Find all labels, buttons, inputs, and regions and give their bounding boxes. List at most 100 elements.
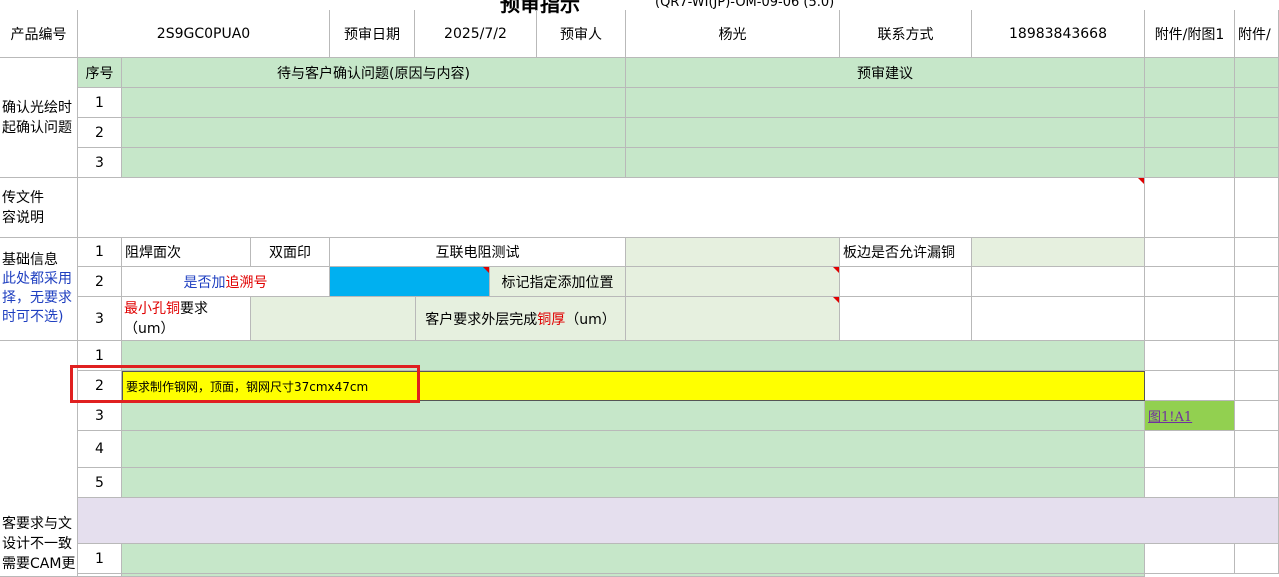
basic-min-hole-copper-input[interactable] <box>251 297 416 341</box>
min-hole-copper-keyword: 最小孔铜 <box>124 300 180 317</box>
basic-solder-mask-label[interactable]: 阻焊面次 <box>122 238 251 267</box>
req-row-attach2[interactable] <box>1235 431 1279 468</box>
basic-row2-blank-a[interactable] <box>840 267 972 297</box>
min-hole-copper-unit: （um） <box>124 320 175 337</box>
basic-resistance-test-select[interactable] <box>626 238 840 267</box>
outer-copper-label-keyword: 铜厚 <box>537 311 566 328</box>
transfer-attach2[interactable] <box>1235 178 1279 238</box>
confirm-row-attach1[interactable] <box>1145 118 1235 148</box>
exposed-copper-label: 板边是否允许漏铜 <box>843 245 955 261</box>
basic-traceability-select[interactable] <box>330 267 490 297</box>
basic-row3-attach1[interactable] <box>1145 297 1235 341</box>
confirm-col-index[interactable]: 序号 <box>78 58 122 88</box>
req-figure-link-cell[interactable]: 图1!A1 <box>1145 401 1235 431</box>
transfer-content-cell[interactable] <box>78 178 1145 238</box>
confirm-row-question[interactable] <box>122 118 626 148</box>
diff-row-index[interactable]: 1 <box>78 544 122 574</box>
confirm-row-question[interactable] <box>122 148 626 178</box>
basic-row2-index[interactable]: 2 <box>78 267 122 297</box>
basic-min-hole-copper-label[interactable]: 最小孔铜要求 （um） <box>122 297 251 341</box>
cell-reviewer-value[interactable]: 杨光 <box>626 10 840 58</box>
cell-reviewer-label[interactable]: 预审人 <box>537 10 626 58</box>
basic-mark-position-input[interactable] <box>626 267 840 297</box>
basic-row1-attach1[interactable] <box>1145 238 1235 267</box>
req-row-attach1[interactable] <box>1145 431 1235 468</box>
row-number: 2 <box>95 273 104 290</box>
basic-row1-index[interactable]: 1 <box>78 238 122 267</box>
confirm-col-suggest[interactable]: 预审建议 <box>626 58 1145 88</box>
row-number: 4 <box>95 441 104 457</box>
diff-row-content[interactable] <box>122 544 1145 574</box>
basic-mark-position-label[interactable]: 标记指定添加位置 <box>490 267 626 297</box>
attach1-label: 附件/附图1 <box>1154 26 1225 43</box>
req-row-attach2[interactable] <box>1235 401 1279 431</box>
row-number: 2 <box>95 124 104 141</box>
basic-row3-blank-a[interactable] <box>840 297 972 341</box>
req-row-index[interactable]: 5 <box>78 468 122 498</box>
req-row-attach2[interactable] <box>1235 468 1279 498</box>
diff-side-line2: 设计不一致 <box>2 536 72 552</box>
confirm-row-attach1[interactable] <box>1145 148 1235 178</box>
confirm-col-attach2[interactable] <box>1235 58 1279 88</box>
req-row-content[interactable] <box>122 431 1145 468</box>
diff-row-attach2[interactable] <box>1235 544 1279 574</box>
diff-row-attach1[interactable] <box>1145 544 1235 574</box>
cell-date-value[interactable]: 2025/7/2 <box>415 10 537 58</box>
req-row-attach2[interactable] <box>1235 371 1279 401</box>
req-row-attach1[interactable] <box>1145 341 1235 371</box>
basic-exposed-copper-label[interactable]: 板边是否允许漏铜 <box>840 238 972 267</box>
basic-row3-blank-b[interactable] <box>972 297 1145 341</box>
cell-attach2[interactable]: 附件/ <box>1235 10 1279 58</box>
row-number: 1 <box>95 94 104 111</box>
req-row-index[interactable]: 4 <box>78 431 122 468</box>
req-row-index[interactable]: 3 <box>78 401 122 431</box>
confirm-side-line1: 确认光绘时 <box>2 99 72 116</box>
basic-resistance-test-label[interactable]: 互联电阻测试 <box>330 238 626 267</box>
basic-double-print-option[interactable]: 双面印 <box>251 238 330 267</box>
basic-row3-index[interactable]: 3 <box>78 297 122 341</box>
basic-traceability-label[interactable]: 是否加 追溯号 <box>122 267 330 297</box>
confirm-row-index[interactable]: 1 <box>78 88 122 118</box>
confirm-row-attach1[interactable] <box>1145 88 1235 118</box>
req-row-attach1[interactable] <box>1145 371 1235 401</box>
basic-row1-attach2[interactable] <box>1235 238 1279 267</box>
basic-exposed-copper-select[interactable] <box>972 238 1145 267</box>
req-row-content[interactable] <box>122 468 1145 498</box>
basic-row2-attach1[interactable] <box>1145 267 1235 297</box>
confirm-row-index[interactable]: 3 <box>78 148 122 178</box>
transfer-attach1[interactable] <box>1145 178 1235 238</box>
traceability-label-prefix: 是否加 <box>183 274 226 291</box>
basic-outer-copper-thickness-label[interactable]: 客户要求外层完成 铜厚 （um） <box>416 297 626 341</box>
confirm-col-attach1[interactable] <box>1145 58 1235 88</box>
basic-row3-attach2[interactable] <box>1235 297 1279 341</box>
cell-product-label[interactable]: 产品编号 <box>0 10 78 58</box>
confirm-row-index[interactable]: 2 <box>78 118 122 148</box>
confirm-row-suggest[interactable] <box>626 148 1145 178</box>
basic-row2-attach2[interactable] <box>1235 267 1279 297</box>
transfer-side-line2: 容说明 <box>2 209 44 226</box>
cell-contact-value[interactable]: 18983843668 <box>972 10 1145 58</box>
req-row-attach1[interactable] <box>1145 468 1235 498</box>
cell-product-value[interactable]: 2S9GC0PUA0 <box>78 10 330 58</box>
row-number: 3 <box>95 154 104 171</box>
req-row-attach2[interactable] <box>1235 341 1279 371</box>
row-number: 1 <box>95 550 104 567</box>
req-row-content[interactable] <box>122 401 1145 431</box>
basic-outer-copper-thickness-input[interactable] <box>626 297 840 341</box>
confirm-row-suggest[interactable] <box>626 88 1145 118</box>
cell-contact-label[interactable]: 联系方式 <box>840 10 972 58</box>
confirm-col-question[interactable]: 待与客户确认问题(原因与内容) <box>122 58 626 88</box>
basic-row2-blank-b[interactable] <box>972 267 1145 297</box>
confirm-row-suggest[interactable] <box>626 118 1145 148</box>
confirm-row-attach2[interactable] <box>1235 88 1279 118</box>
confirm-row-attach2[interactable] <box>1235 148 1279 178</box>
cell-attach1[interactable]: 附件/附图1 <box>1145 10 1235 58</box>
confirm-row-question[interactable] <box>122 88 626 118</box>
diff-side-line3: 需要CAM更 <box>2 556 76 572</box>
col-index-label: 序号 <box>85 65 114 82</box>
cell-date-label[interactable]: 预审日期 <box>330 10 415 58</box>
diff-header-band[interactable] <box>78 498 1279 544</box>
confirm-row-attach2[interactable] <box>1235 118 1279 148</box>
figure-link[interactable]: 图1!A1 <box>1148 406 1192 425</box>
contact-label: 联系方式 <box>877 26 934 43</box>
